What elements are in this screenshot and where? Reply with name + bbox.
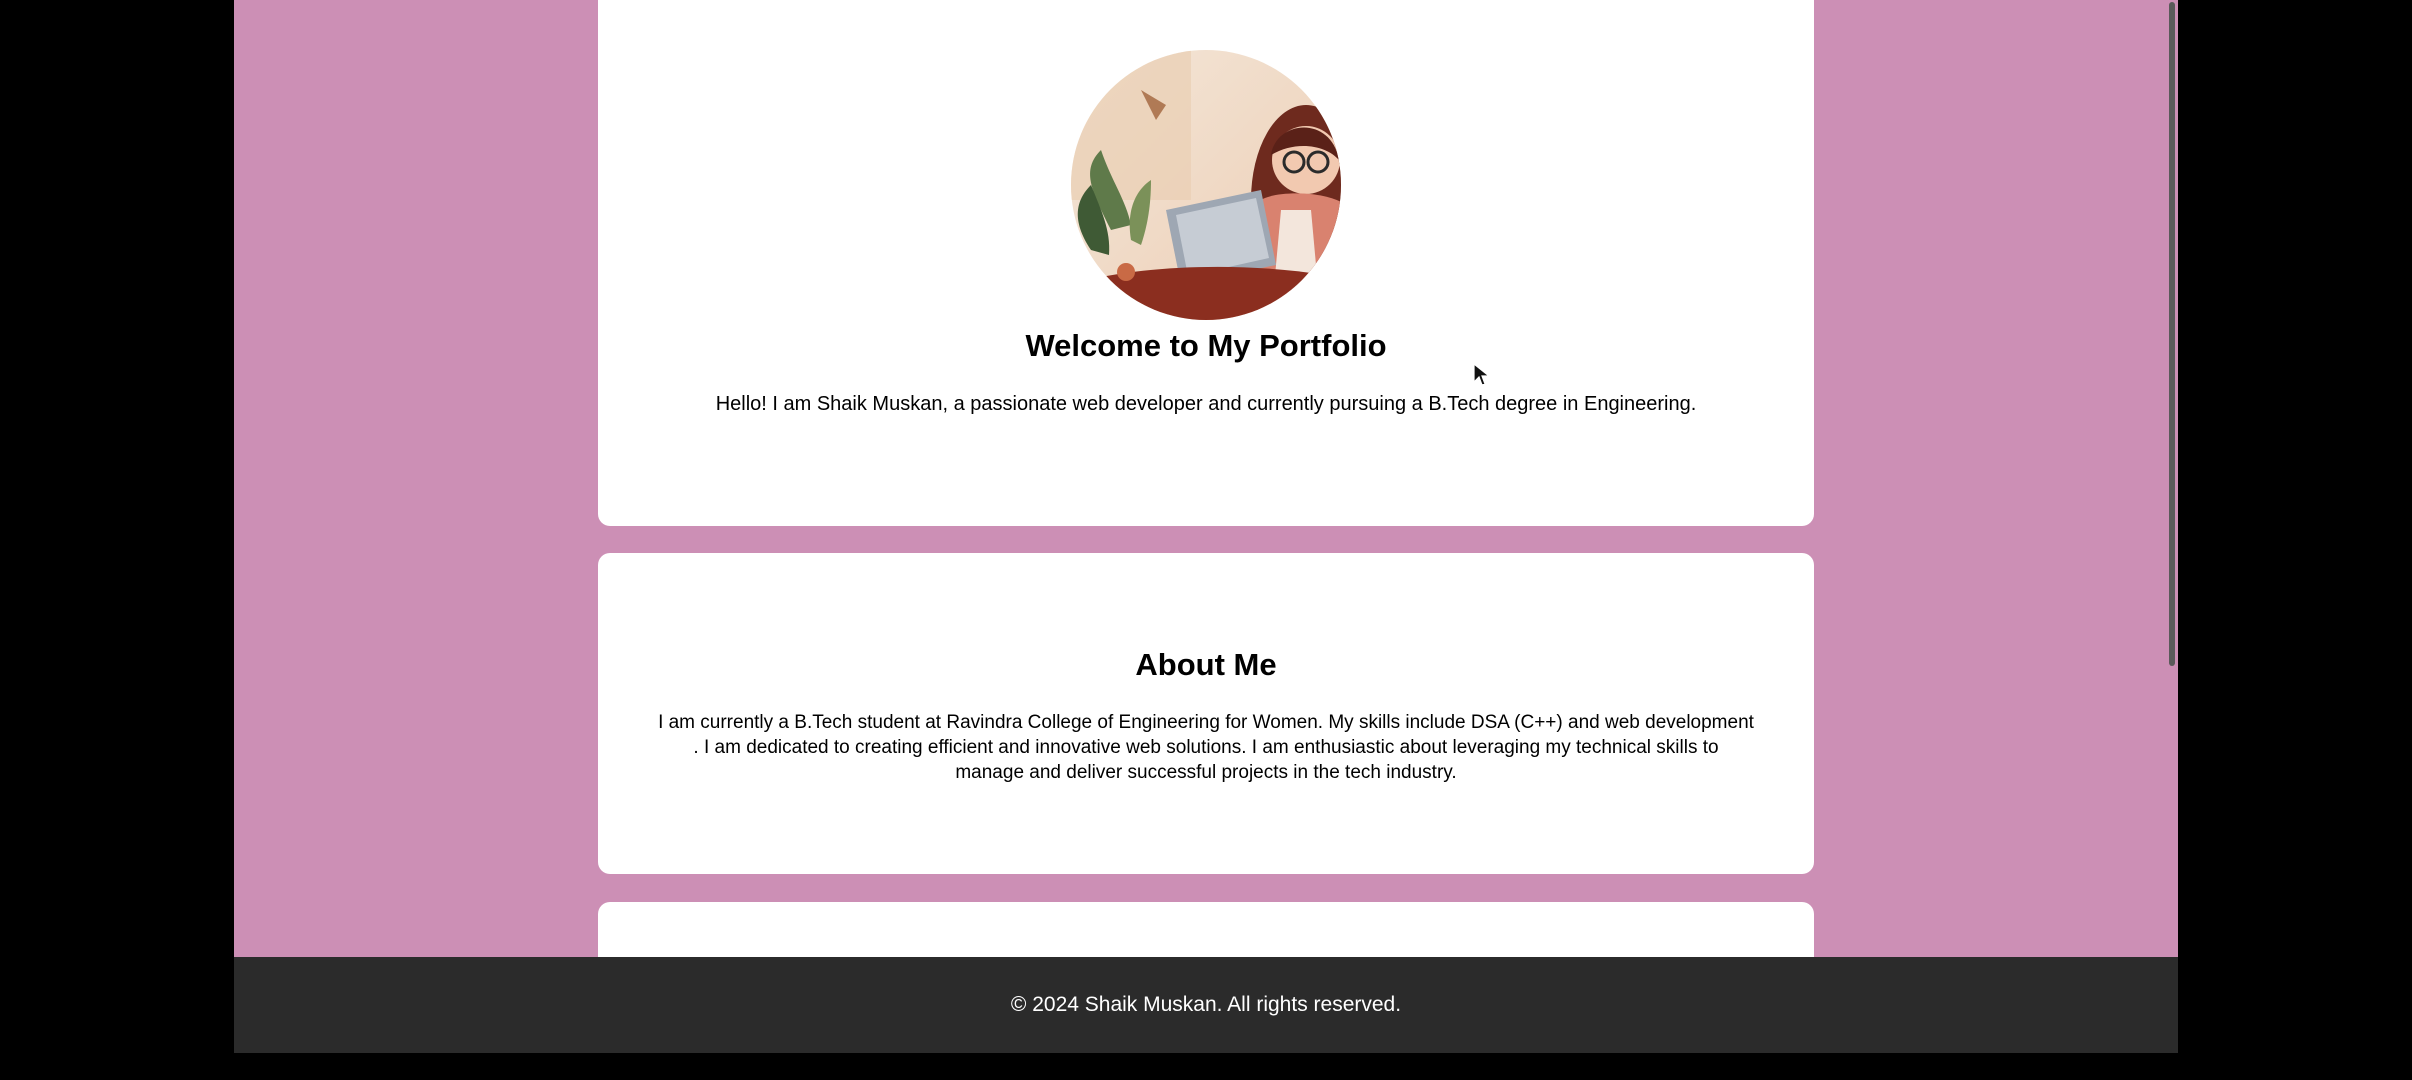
- portfolio-page: Welcome to My Portfolio Hello! I am Shai…: [234, 0, 2178, 957]
- hero-card: Welcome to My Portfolio Hello! I am Shai…: [598, 0, 1814, 526]
- avatar: [1071, 50, 1341, 320]
- intro-text: Hello! I am Shaik Muskan, a passionate w…: [715, 393, 1697, 415]
- mouse-cursor-icon: [1473, 363, 1491, 386]
- footer-copyright: © 2024 Shaik Muskan. All rights reserved…: [1010, 993, 1402, 1016]
- site-footer: © 2024 Shaik Muskan. All rights reserved…: [234, 957, 2178, 1053]
- scrollbar-thumb[interactable]: [2169, 2, 2175, 666]
- next-section-card: [598, 902, 1814, 957]
- about-card: About Me I am currently a B.Tech student…: [598, 553, 1814, 874]
- page-title: Welcome to My Portfolio: [1025, 328, 1387, 363]
- vertical-scrollbar[interactable]: [2166, 0, 2178, 957]
- avatar-illustration-icon: [1071, 50, 1341, 320]
- about-text: I am currently a B.Tech student at Ravin…: [658, 712, 1754, 783]
- about-title: About Me: [1135, 647, 1277, 682]
- browser-viewport: Welcome to My Portfolio Hello! I am Shai…: [234, 0, 2178, 1053]
